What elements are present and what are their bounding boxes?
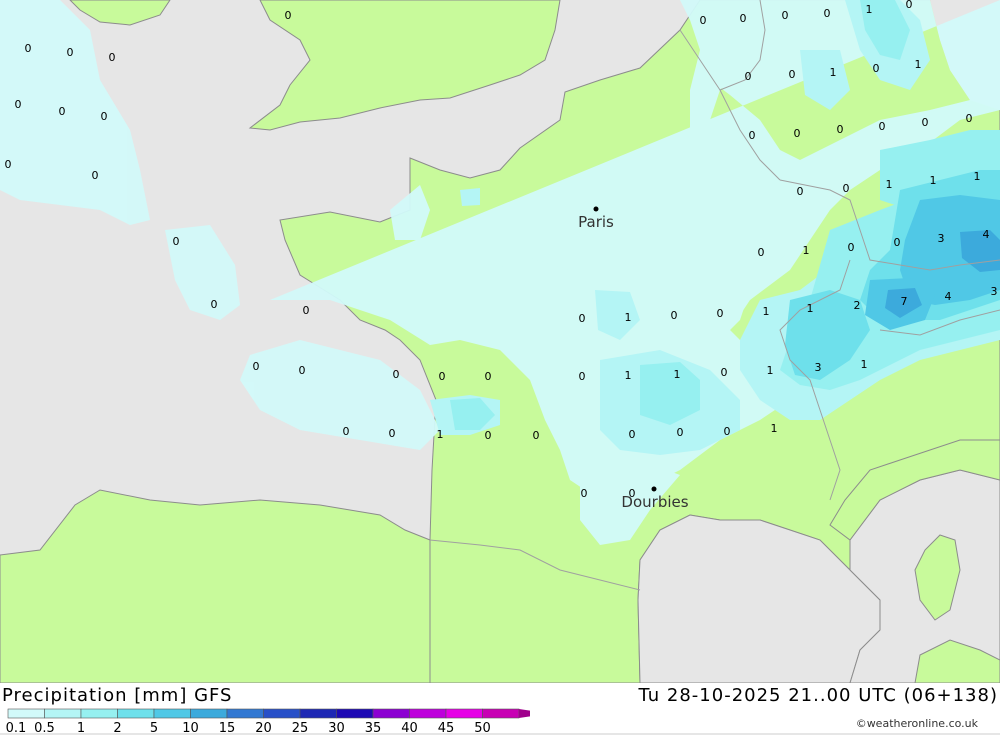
precip-value-label: 0 (579, 370, 586, 383)
precip-value-label: 0 (873, 62, 880, 75)
precip-value-label: 4 (945, 290, 952, 303)
precip-value-label: 2 (854, 299, 861, 312)
map-title: Precipitation [mm] GFS (2, 685, 233, 706)
precip-value-label: 1 (625, 311, 632, 324)
precip-value-label: 0 (67, 46, 74, 59)
valid-time: Tu 28-10-2025 21..00 UTC (06+138) (638, 685, 998, 706)
precip-value-label: 0 (439, 370, 446, 383)
precip-value-label: 0 (579, 312, 586, 325)
precip-value-label: 0 (745, 70, 752, 83)
precip-value-label: 0 (782, 9, 789, 22)
precip-value-label: 0 (285, 9, 292, 22)
precip-value-label: 0 (389, 427, 396, 440)
legend-swatch (409, 708, 447, 719)
precip-value-label: 1 (915, 58, 922, 71)
precip-value-label: 0 (906, 0, 913, 11)
color-legend: 0.1 0.5 1 2 5 10 15 20 25 30 35 40 45 50 (6, 708, 530, 735)
legend-overflow-arrow (519, 709, 530, 718)
precip-value-label: 1 (866, 3, 873, 16)
legend-swatch (336, 708, 374, 719)
iberia-landmass (0, 489, 431, 683)
legend-swatch (80, 708, 118, 719)
precip-value-label: 1 (767, 364, 774, 377)
precip-value-label: 3 (815, 361, 822, 374)
legend-swatch (7, 708, 45, 719)
precip-value-label: 1 (830, 66, 837, 79)
precip-value-label: 1 (763, 305, 770, 318)
precip-value-label: 0 (824, 7, 831, 20)
precip-value-label: 0 (721, 366, 728, 379)
precip-value-label: 0 (101, 110, 108, 123)
precip-value-label: 3 (991, 285, 998, 298)
precip-value-label: 0 (677, 426, 684, 439)
precip-value-label: 1 (974, 170, 981, 183)
credit-link[interactable]: ©weatheronline.co.uk (856, 717, 978, 730)
precip-value-label: 0 (879, 120, 886, 133)
precip-value-label: 7 (901, 295, 908, 308)
legend-swatch (226, 708, 264, 719)
legend-swatch (190, 708, 228, 719)
precip-value-label: 0 (533, 429, 540, 442)
precip-value-label: 0 (966, 112, 973, 125)
paris-label: Paris (578, 213, 614, 231)
precip-value-label: 0 (5, 158, 12, 171)
precip-value-label: 0 (789, 68, 796, 81)
precip-value-label: 0 (581, 487, 588, 500)
precip-value-label: 0 (794, 127, 801, 140)
precip-value-label: 0 (797, 185, 804, 198)
legend-swatch (44, 708, 82, 719)
precip-value-label: 0 (758, 246, 765, 259)
precip-value-label: 0 (485, 429, 492, 442)
precip-value-label: 0 (299, 364, 306, 377)
paris-marker (593, 206, 599, 212)
legend-swatch (482, 708, 520, 719)
precip-value-label: 0 (15, 98, 22, 111)
precip-value-label: 0 (211, 298, 218, 311)
precip-value-label: 3 (938, 232, 945, 245)
precip-value-label: 1 (930, 174, 937, 187)
precipitation-map: Paris Dourbies 0 0 000 00000 00 0 0 0 00 0 1 0 00 00 1… (0, 0, 1000, 683)
precip-value-label: 4 (983, 228, 990, 241)
precip-value-label: 0 (922, 116, 929, 129)
legend-swatch (263, 708, 301, 719)
precip-value-label: 0 (25, 42, 32, 55)
legend-swatch (117, 708, 155, 719)
precip-value-label: 1 (807, 302, 814, 315)
precip-value-label: 0 (253, 360, 260, 373)
precip-value-label: 0 (724, 425, 731, 438)
legend-swatch (372, 708, 410, 719)
precip-value-label: 0 (740, 12, 747, 25)
precip-value-label: 0 (109, 51, 116, 64)
precip-value-label: 1 (771, 422, 778, 435)
precip-value-label: 0 (173, 235, 180, 248)
legend-swatch (445, 708, 483, 719)
precip-value-label: 0 (717, 307, 724, 320)
precip-value-label: 0 (848, 241, 855, 254)
precip-value-label: 0 (303, 304, 310, 317)
precip-value-label: 0 (343, 425, 350, 438)
precip-value-label: 0 (485, 370, 492, 383)
precip-value-label: 0 (393, 368, 400, 381)
precip-value-label: 0 (629, 487, 636, 500)
precip-value-label: 0 (92, 169, 99, 182)
dourbies-marker (651, 486, 657, 492)
precip-value-label: 0 (59, 105, 66, 118)
precip-value-label: 1 (437, 428, 444, 441)
precip-value-label: 0 (837, 123, 844, 136)
precip-value-label: 0 (700, 14, 707, 27)
legend-swatch (299, 708, 337, 719)
legend-swatch (153, 708, 191, 719)
precip-value-label: 0 (749, 129, 756, 142)
precip-value-label: 1 (886, 178, 893, 191)
precip-value-label: 1 (861, 358, 868, 371)
precip-value-label: 0 (894, 236, 901, 249)
precip-value-label: 1 (803, 244, 810, 257)
precip-value-label: 1 (674, 368, 681, 381)
footer-bar: Precipitation [mm] GFS Tu 28-10-2025 21.… (0, 683, 1000, 735)
precip-value-label: 0 (671, 309, 678, 322)
precip-value-label: 0 (629, 428, 636, 441)
precip-value-label: 1 (625, 369, 632, 382)
precip-value-label: 0 (843, 182, 850, 195)
